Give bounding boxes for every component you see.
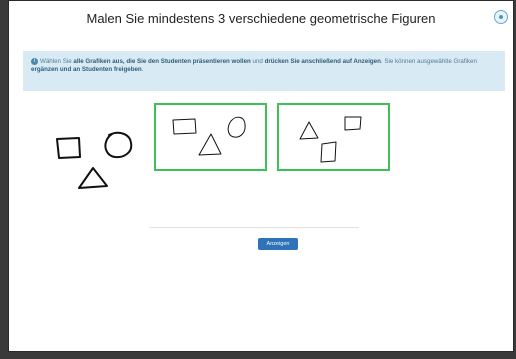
drawing-unselected[interactable]	[56, 131, 133, 189]
app-frame: Malen Sie mindestens 3 verschiedene geom…	[8, 0, 514, 352]
triangle-shape	[78, 167, 108, 189]
divider	[149, 227, 359, 228]
show-button[interactable]: Anzeigen	[258, 238, 298, 250]
circle-shape	[104, 131, 133, 159]
drawings-canvas	[56, 116, 362, 189]
square-shape	[56, 137, 81, 159]
selected-frame-2[interactable]	[277, 103, 390, 171]
selected-frame-1[interactable]	[154, 103, 267, 171]
